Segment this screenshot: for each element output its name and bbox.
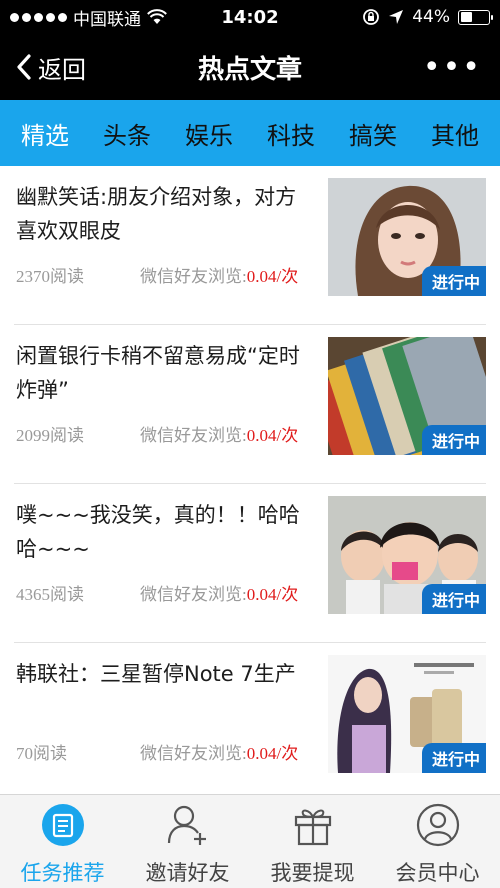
article-read-count: 2370阅读 [16,267,84,286]
bottom-tab-bar: 任务推荐 邀请好友 我要提现 会员中心 [0,794,500,888]
tab-technology[interactable]: 科技 [263,110,319,157]
article-reward: 微信好友浏览:0.04/次 [140,262,298,287]
article-thumbnail: 进行中 [328,178,486,296]
category-tab-bar: 精选 头条 娱乐 科技 搞笑 其他 [0,100,500,166]
tab-featured[interactable]: 精选 [17,110,73,157]
reward-label: 微信好友浏览: [140,267,247,286]
bottom-tab-label: 邀请好友 [145,861,230,885]
bottom-tab-label: 会员中心 [395,861,480,885]
article-read-count: 4365阅读 [16,585,84,604]
battery-fill [460,12,473,22]
article-title: 闲置银行卡稍不留意易成“定时炸弹” [16,344,300,402]
status-right: 44% [362,7,493,27]
article-item[interactable]: 韩联社：三星暂停Note 7生产 70阅读 微信好友浏览:0.04/次 进行中 [14,643,486,802]
carrier-name: 中国联通 [73,9,141,30]
bottom-tab-label: 我要提现 [270,861,355,885]
article-read-count: 70阅读 [16,744,67,763]
rotation-lock-icon [363,9,380,25]
status-left: 中国联通 [10,5,362,30]
bottom-tab-task-recommend[interactable]: 任务推荐 [0,795,125,888]
reward-price: 0.04/次 [246,585,299,604]
status-badge: 进行中 [421,425,486,455]
add-user-icon [166,803,210,847]
tab-other[interactable]: 其他 [427,110,483,157]
back-button[interactable]: 返回 [0,50,86,85]
reward-price: 0.04/次 [246,267,299,286]
article-title: 韩联社：三星暂停Note 7生产 [16,662,296,686]
gift-icon [291,803,335,847]
status-badge: 进行中 [421,743,486,773]
reward-label: 微信好友浏览: [140,744,247,763]
bottom-tab-label: 任务推荐 [20,861,105,885]
wifi-icon [147,9,167,24]
article-item[interactable]: 幽默笑话:朋友介绍对象，对方喜欢双眼皮 2370阅读 微信好友浏览:0.04/次… [14,166,486,325]
article-title: 噗~~~我没笑，真的！！哈哈哈~~~ [16,503,300,561]
article-list: 幽默笑话:朋友介绍对象，对方喜欢双眼皮 2370阅读 微信好友浏览:0.04/次… [0,166,500,802]
reward-price: 0.04/次 [246,426,299,445]
article-item[interactable]: 噗~~~我没笑，真的！！哈哈哈~~~ 4365阅读 微信好友浏览:0.04/次 … [14,484,486,643]
document-icon [41,803,85,847]
article-reward: 微信好友浏览:0.04/次 [140,739,298,764]
more-button[interactable]: ••• [423,34,482,100]
status-badge: 进行中 [421,266,486,296]
article-reward: 微信好友浏览:0.04/次 [140,580,298,605]
status-bar: 中国联通 14:02 44% [0,0,500,34]
back-label: 返回 [38,55,86,84]
nav-bar: 返回 热点文章 ••• [0,34,500,100]
reward-label: 微信好友浏览: [140,426,247,445]
article-reward: 微信好友浏览:0.04/次 [140,421,298,446]
tab-headlines[interactable]: 头条 [99,110,155,157]
battery-icon [458,9,493,25]
bottom-tab-member-center[interactable]: 会员中心 [375,795,500,888]
bottom-tab-invite-friends[interactable]: 邀请好友 [125,795,250,888]
bottom-tab-withdraw[interactable]: 我要提现 [250,795,375,888]
tab-funny[interactable]: 搞笑 [345,110,401,157]
location-arrow-icon [389,10,404,24]
reward-label: 微信好友浏览: [140,585,247,604]
article-item[interactable]: 闲置银行卡稍不留意易成“定时炸弹” 2099阅读 微信好友浏览:0.04/次 进… [14,325,486,484]
article-thumbnail: 进行中 [328,337,486,455]
status-badge: 进行中 [421,584,486,614]
battery-percent: 44% [412,7,450,27]
signal-icon [10,12,67,22]
tab-entertainment[interactable]: 娱乐 [181,110,237,157]
chevron-left-icon [17,54,31,80]
article-thumbnail: 进行中 [328,496,486,614]
article-title: 幽默笑话:朋友介绍对象，对方喜欢双眼皮 [16,185,297,243]
member-icon [416,803,460,847]
article-thumbnail: 进行中 [328,655,486,773]
reward-price: 0.04/次 [246,744,299,763]
article-read-count: 2099阅读 [16,426,84,445]
